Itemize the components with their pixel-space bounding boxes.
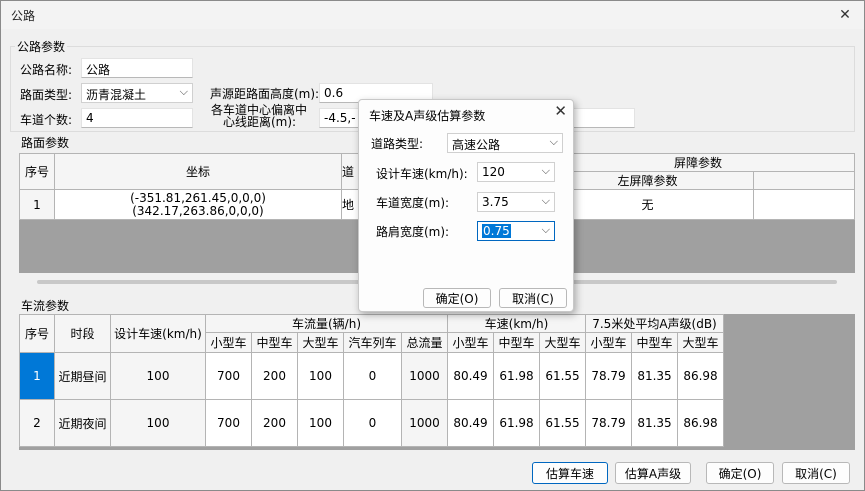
col-train: 汽车列车	[343, 332, 402, 353]
col-barrier: 屏障参数	[541, 153, 855, 172]
chevron-down-icon: ⌵	[541, 164, 550, 177]
row-l-medium[interactable]: 81.35	[631, 352, 678, 400]
table-row[interactable]: 2 近期夜间 100 700 200 100 0 1000 80.49 61.9…	[19, 399, 724, 447]
row-medium[interactable]: 200	[251, 352, 298, 400]
col-l-medium: 中型车	[631, 332, 678, 353]
col-v-medium: 中型车	[493, 332, 540, 353]
dialog-lane-width-select[interactable]: 3.75 ⌵	[477, 192, 555, 212]
ok-button[interactable]: 确定(O)	[706, 462, 774, 484]
row-large[interactable]: 100	[297, 399, 344, 447]
col-medium: 中型车	[251, 332, 298, 353]
chevron-down-icon: ⌵	[179, 85, 188, 98]
col-level: 7.5米处平均A声级(dB)	[585, 314, 724, 333]
close-icon[interactable]: ✕	[834, 4, 856, 26]
row-period: 近期昼间	[54, 352, 111, 400]
row-v-small[interactable]: 80.49	[447, 352, 494, 400]
row-total: 1000	[401, 352, 448, 400]
road-type-select[interactable]: 沥青混凝土 ⌵	[81, 83, 193, 103]
coord-line: (-351.81,261.45,0,0,0)	[130, 190, 266, 205]
row-medium[interactable]: 200	[251, 399, 298, 447]
dialog-shoulder-select[interactable]: 0.75 ⌵	[477, 221, 555, 241]
surface-params-label: 路面参数	[19, 134, 72, 151]
dialog-road-type-label: 道路类型:	[371, 137, 424, 151]
row-index: 1	[19, 189, 55, 220]
row-period: 近期夜间	[54, 399, 111, 447]
col-l-small: 小型车	[585, 332, 632, 353]
col-period: 时段	[54, 314, 111, 353]
estimate-level-button[interactable]: 估算A声级	[615, 462, 691, 484]
col-flow: 车流量(辆/h)	[205, 314, 448, 333]
traffic-table: 序号 时段 设计车速(km/h) 车流量(辆/h) 车速(km/h) 7.5米处…	[19, 314, 724, 447]
row-l-small[interactable]: 78.79	[585, 352, 632, 400]
road-type-label: 路面类型:	[20, 88, 73, 102]
dialog-speed-select[interactable]: 120 ⌵	[477, 162, 555, 182]
row-train[interactable]: 0	[343, 352, 402, 400]
dialog-speed-value: 120	[482, 165, 505, 179]
estimate-speed-button[interactable]: 估算车速	[532, 462, 608, 484]
road-name-label: 公路名称:	[20, 63, 73, 77]
row-l-large[interactable]: 86.98	[677, 399, 724, 447]
road-name-input[interactable]: 公路	[81, 58, 193, 78]
row-index: 1	[19, 352, 55, 400]
dialog-road-type-value: 高速公路	[452, 138, 501, 152]
lanes-input[interactable]: 4	[81, 108, 193, 128]
title-bar: 公路 ✕	[1, 1, 864, 29]
row-v-medium[interactable]: 61.98	[493, 399, 540, 447]
cancel-button[interactable]: 取消(C)	[782, 462, 850, 484]
row-index: 2	[19, 399, 55, 447]
row-train[interactable]: 0	[343, 399, 402, 447]
col-right-barrier	[753, 171, 855, 190]
col-index: 序号	[19, 153, 55, 190]
chevron-down-icon: ⌵	[549, 135, 558, 148]
dialog-lane-width-value: 3.75	[482, 195, 509, 209]
row-speed: 100	[110, 352, 206, 400]
road-type-value: 沥青混凝土	[86, 88, 147, 102]
row-v-medium[interactable]: 61.98	[493, 352, 540, 400]
row-right-barrier	[753, 189, 855, 220]
row-v-large[interactable]: 61.55	[539, 352, 586, 400]
col-large: 大型车	[297, 332, 344, 353]
col-small: 小型车	[205, 332, 252, 353]
chevron-down-icon: ⌵	[541, 223, 550, 236]
col-total: 总流量	[401, 332, 448, 353]
row-total: 1000	[401, 399, 448, 447]
row-speed: 100	[110, 399, 206, 447]
row-small[interactable]: 700	[205, 399, 252, 447]
dialog-ok-button[interactable]: 确定(O)	[423, 288, 491, 308]
traffic-params-label: 车流参数	[19, 297, 72, 314]
lane-dist-label-2: 心线距离(m):	[223, 115, 297, 129]
estimate-params-dialog: 车速及A声级估算参数 ✕ 道路类型: 高速公路 ⌵ 设计车速(km/h): 12…	[358, 99, 574, 312]
dialog-lane-width-label: 车道宽度(m):	[376, 196, 450, 210]
row-small[interactable]: 700	[205, 352, 252, 400]
row-coord: (-351.81,261.45,0,0,0) (342.17,263.86,0,…	[54, 189, 342, 220]
dialog-title: 车速及A声级估算参数	[369, 109, 486, 123]
lanes-label: 车道个数:	[20, 113, 73, 127]
traffic-grid: 序号 时段 设计车速(km/h) 车流量(辆/h) 车速(km/h) 7.5米处…	[19, 314, 855, 450]
window-title: 公路	[11, 9, 36, 23]
dialog-shoulder-label: 路肩宽度(m):	[376, 225, 450, 239]
chevron-down-icon: ⌵	[541, 194, 550, 207]
col-v-large: 大型车	[539, 332, 586, 353]
dialog-shoulder-value: 0.75	[482, 224, 511, 238]
dialog-cancel-button[interactable]: 取消(C)	[499, 288, 567, 308]
col-speed: 设计车速(km/h)	[110, 314, 206, 353]
col-vel: 车速(km/h)	[447, 314, 586, 333]
col-l-large: 大型车	[677, 332, 724, 353]
row-l-large[interactable]: 86.98	[677, 352, 724, 400]
row-v-small[interactable]: 80.49	[447, 399, 494, 447]
col-v-small: 小型车	[447, 332, 494, 353]
table-row[interactable]: 1 近期昼间 100 700 200 100 0 1000 80.49 61.9…	[19, 352, 724, 400]
row-l-medium[interactable]: 81.35	[631, 399, 678, 447]
source-height-label: 声源距路面高度(m):	[210, 87, 320, 101]
dialog-close-icon[interactable]: ✕	[554, 102, 567, 120]
row-l-small[interactable]: 78.79	[585, 399, 632, 447]
coord-line: (342.17,263.86,0,0,0)	[132, 203, 264, 218]
dialog-speed-label: 设计车速(km/h):	[376, 167, 468, 181]
dialog-road-type-select[interactable]: 高速公路 ⌵	[447, 133, 563, 153]
row-large[interactable]: 100	[297, 352, 344, 400]
col-index: 序号	[19, 314, 55, 353]
road-params-label: 公路参数	[15, 38, 68, 55]
col-coord: 坐标	[54, 153, 342, 190]
row-v-large[interactable]: 61.55	[539, 399, 586, 447]
